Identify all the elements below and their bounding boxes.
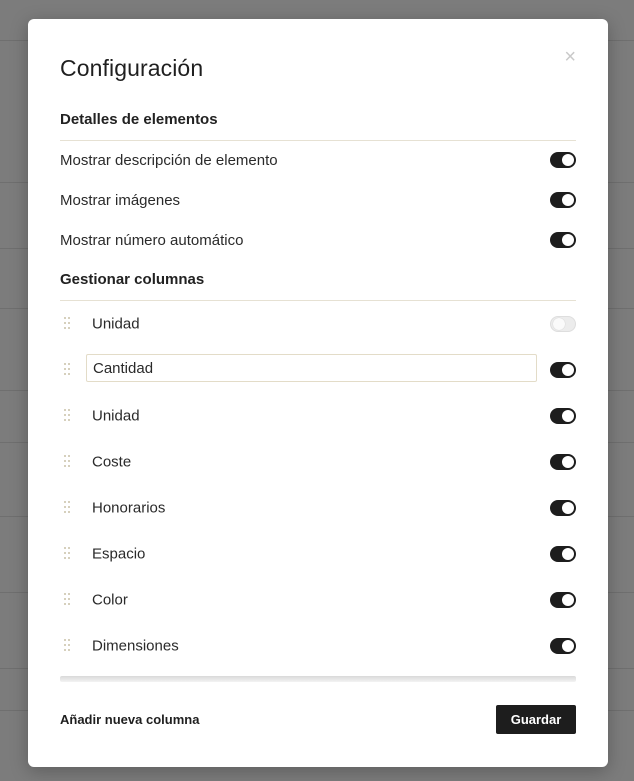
toggle-knob: [562, 234, 574, 246]
scroll-fade: [60, 676, 576, 682]
toggle-knob: [562, 410, 574, 422]
toggle-switch[interactable]: [550, 500, 576, 516]
drag-handle-icon[interactable]: [64, 593, 72, 607]
column-label: Honorarios: [92, 499, 166, 517]
close-icon[interactable]: ×: [564, 47, 576, 67]
column-label: Unidad: [92, 407, 140, 425]
toggle-switch[interactable]: [550, 192, 576, 208]
settings-modal: × Configuración Detalles de elementos Mo…: [28, 19, 608, 767]
column-row: Coste: [60, 446, 576, 478]
toggle-switch[interactable]: [550, 316, 576, 332]
toggle-switch[interactable]: [550, 546, 576, 562]
column-row: Dimensiones: [60, 630, 576, 662]
save-button[interactable]: Guardar: [496, 705, 576, 734]
section-divider: [60, 300, 576, 301]
toggle-knob: [562, 154, 574, 166]
section-divider: [60, 140, 576, 141]
section-title-manage-columns: Gestionar columnas: [60, 271, 205, 288]
toggle-knob: [562, 502, 574, 514]
column-label: Unidad: [92, 315, 140, 333]
setting-label: Mostrar imágenes: [60, 191, 181, 209]
setting-row: Mostrar imágenes: [60, 185, 576, 215]
column-label: Color: [92, 591, 128, 609]
drag-handle-icon[interactable]: [64, 547, 72, 561]
column-label: Dimensiones: [92, 637, 179, 655]
toggle-switch[interactable]: [550, 152, 576, 168]
drag-handle-icon[interactable]: [64, 501, 72, 515]
toggle-knob: [562, 456, 574, 468]
toggle-switch[interactable]: [550, 592, 576, 608]
column-label: Coste: [92, 453, 132, 471]
drag-handle-icon[interactable]: [64, 409, 72, 423]
setting-label: Mostrar descripción de elemento: [60, 151, 278, 169]
toggle-knob: [562, 364, 574, 376]
drag-handle-icon[interactable]: [64, 317, 72, 331]
column-row: Color: [60, 584, 576, 616]
column-label: Espacio: [92, 545, 146, 563]
column-row: Honorarios: [60, 492, 576, 524]
setting-row: Mostrar descripción de elemento: [60, 145, 576, 175]
section-title-item-details: Detalles de elementos: [60, 111, 218, 128]
add-column-link[interactable]: Añadir nueva columna: [60, 712, 199, 727]
toggle-knob: [562, 194, 574, 206]
toggle-switch[interactable]: [550, 232, 576, 248]
drag-handle-icon[interactable]: [64, 363, 72, 377]
column-row: Unidad: [60, 400, 576, 432]
toggle-switch[interactable]: [550, 408, 576, 424]
setting-label: Mostrar número automático: [60, 231, 244, 249]
column-row: Unidad: [60, 308, 576, 340]
toggle-knob: [562, 548, 574, 560]
setting-row: Mostrar número automático: [60, 225, 576, 255]
drag-handle-icon[interactable]: [64, 639, 72, 653]
toggle-knob: [553, 318, 565, 330]
modal-title: Configuración: [60, 55, 204, 81]
column-row: Espacio: [60, 538, 576, 570]
column-row: [60, 354, 576, 386]
toggle-switch[interactable]: [550, 638, 576, 654]
toggle-switch[interactable]: [550, 454, 576, 470]
toggle-knob: [562, 640, 574, 652]
toggle-switch[interactable]: [550, 362, 576, 378]
drag-handle-icon[interactable]: [64, 455, 72, 469]
toggle-knob: [562, 594, 574, 606]
column-name-input[interactable]: [86, 354, 537, 382]
